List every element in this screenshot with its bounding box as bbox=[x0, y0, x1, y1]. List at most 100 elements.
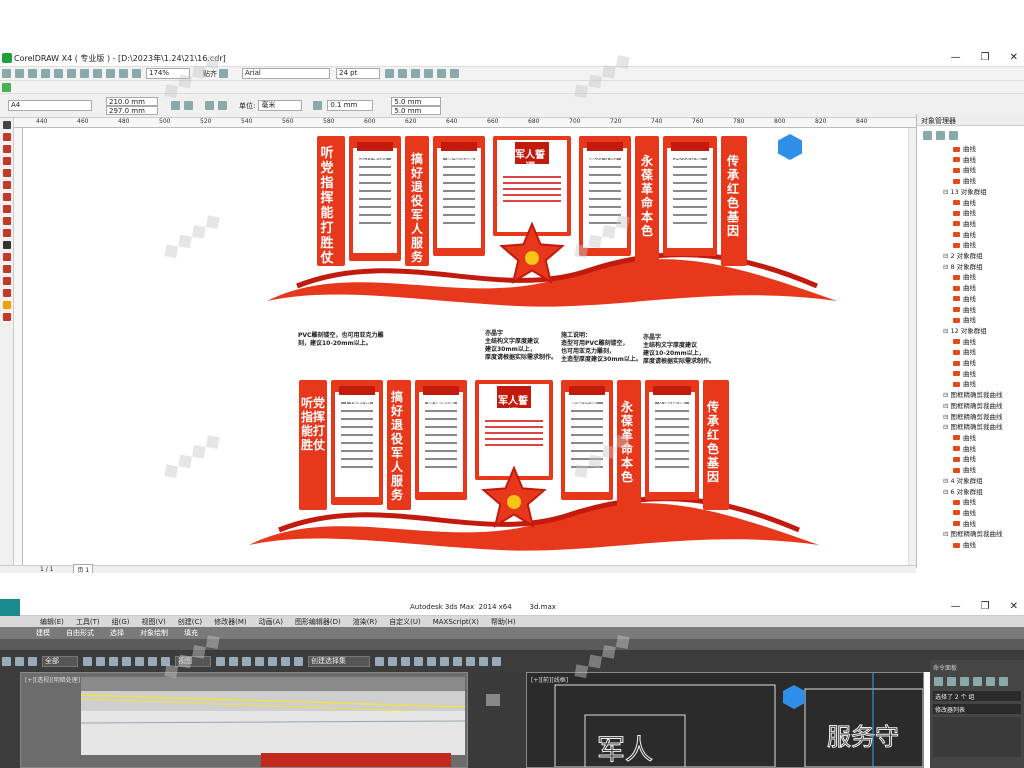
tab-object-paint[interactable]: 对象绘制 bbox=[140, 628, 168, 638]
rectangle-tool-icon[interactable] bbox=[2, 193, 11, 201]
select-by-name-icon[interactable] bbox=[96, 656, 105, 666]
show-properties-icon[interactable] bbox=[923, 130, 932, 140]
curve-row[interactable]: 曲线 bbox=[921, 444, 1024, 455]
curve-row[interactable]: 曲线 bbox=[921, 369, 1024, 380]
cut-icon[interactable] bbox=[54, 69, 63, 78]
modifier-list-combo[interactable]: 修改器列表 bbox=[933, 704, 1021, 714]
rect-selection-icon[interactable] bbox=[109, 656, 118, 666]
font-size-combo[interactable]: 24 pt bbox=[336, 68, 380, 79]
menu-graph-editors[interactable]: 图形编辑器(D) bbox=[295, 617, 341, 627]
object-group-row[interactable]: 图框精确剪裁曲线 bbox=[921, 412, 1024, 423]
open-icon[interactable] bbox=[15, 69, 24, 78]
edit-named-selections-icon[interactable] bbox=[294, 656, 303, 666]
display-tab-icon[interactable] bbox=[986, 677, 995, 686]
undo-icon[interactable] bbox=[93, 69, 102, 78]
max-restore-icon[interactable]: ❐ bbox=[981, 601, 990, 612]
shape-tool-icon[interactable] bbox=[2, 133, 11, 141]
print-icon[interactable] bbox=[41, 69, 50, 78]
named-selection-combo[interactable]: 创建选择集 bbox=[308, 655, 370, 667]
curve-row[interactable]: 曲线 bbox=[921, 230, 1024, 241]
restore-icon[interactable]: ❐ bbox=[981, 52, 990, 63]
curve-row[interactable]: 曲线 bbox=[921, 305, 1024, 316]
material-editor-icon[interactable] bbox=[453, 656, 462, 666]
text-format-icon[interactable] bbox=[437, 69, 446, 78]
curve-row[interactable]: 曲线 bbox=[921, 198, 1024, 209]
curve-row[interactable]: 曲线 bbox=[921, 347, 1024, 358]
unlink-icon[interactable] bbox=[15, 656, 24, 666]
save-icon[interactable] bbox=[28, 69, 37, 78]
object-group-row[interactable]: 图框精确剪裁曲线 bbox=[921, 529, 1024, 540]
landscape-icon[interactable] bbox=[184, 101, 193, 110]
mirror-icon[interactable] bbox=[375, 656, 384, 666]
motion-tab-icon[interactable] bbox=[973, 677, 982, 686]
new-icon[interactable] bbox=[2, 69, 11, 78]
vertical-scrollbar[interactable] bbox=[908, 128, 916, 568]
modify-tab-icon[interactable] bbox=[947, 677, 956, 686]
move-icon[interactable] bbox=[135, 656, 144, 666]
perspective-viewport[interactable]: [+][透视][明暗处理] bbox=[20, 672, 468, 768]
curve-editor-icon[interactable] bbox=[427, 656, 436, 666]
front-viewport[interactable]: [+][前][线框] 军人 服务守 bbox=[526, 672, 924, 768]
viewcube-icon[interactable] bbox=[486, 694, 500, 706]
underline-icon[interactable] bbox=[411, 69, 420, 78]
render-setup-icon[interactable] bbox=[466, 656, 475, 666]
rotate-icon[interactable] bbox=[148, 656, 157, 666]
basic-shapes-icon[interactable] bbox=[2, 229, 11, 237]
export-icon[interactable] bbox=[132, 69, 141, 78]
tab-selection[interactable]: 选择 bbox=[110, 628, 124, 638]
3dsmax-logo-icon[interactable] bbox=[0, 599, 20, 616]
align-icon[interactable] bbox=[424, 69, 433, 78]
layer-manager-icon[interactable] bbox=[949, 130, 958, 140]
object-group-row[interactable]: 6 对象群组 bbox=[921, 487, 1024, 498]
pivot-icon[interactable] bbox=[216, 656, 225, 666]
curve-row[interactable]: 曲线 bbox=[921, 433, 1024, 444]
object-group-row[interactable]: 图框精确剪裁曲线 bbox=[921, 401, 1024, 412]
menu-maxscript[interactable]: MAXScript(X) bbox=[433, 618, 479, 626]
text-tool-icon[interactable] bbox=[2, 241, 11, 249]
page-size-combo[interactable]: A4 bbox=[8, 100, 92, 111]
curve-row[interactable]: 曲线 bbox=[921, 540, 1024, 551]
object-group-row[interactable]: 8 对象群组 bbox=[921, 262, 1024, 273]
curve-row[interactable]: 曲线 bbox=[921, 208, 1024, 219]
align-icon-max[interactable] bbox=[388, 656, 397, 666]
import-icon[interactable] bbox=[119, 69, 128, 78]
curve-row[interactable]: 曲线 bbox=[921, 294, 1024, 305]
curve-row[interactable]: 曲线 bbox=[921, 165, 1024, 176]
zoom-tool-icon[interactable] bbox=[2, 157, 11, 165]
object-group-row[interactable]: 12 对象群组 bbox=[921, 326, 1024, 337]
curve-row[interactable]: 曲线 bbox=[921, 519, 1024, 530]
curve-row[interactable]: 曲线 bbox=[921, 155, 1024, 166]
bold-icon[interactable] bbox=[385, 69, 394, 78]
page-height-field[interactable]: 297.0 mm bbox=[106, 105, 158, 115]
select-manipulate-icon[interactable] bbox=[229, 656, 238, 666]
curve-row[interactable]: 曲线 bbox=[921, 508, 1024, 519]
curve-row[interactable]: 曲线 bbox=[921, 379, 1024, 390]
object-group-row[interactable]: 13 对象群组 bbox=[921, 187, 1024, 198]
all-pages-icon[interactable] bbox=[205, 101, 214, 110]
redo-icon[interactable] bbox=[106, 69, 115, 78]
percent-snap-icon[interactable] bbox=[268, 656, 277, 666]
menu-group[interactable]: 组(G) bbox=[112, 617, 130, 627]
page-width-field[interactable]: 210.0 mm bbox=[106, 96, 158, 106]
utilities-tab-icon[interactable] bbox=[999, 677, 1008, 686]
object-group-row[interactable]: 4 对象群组 bbox=[921, 476, 1024, 487]
schematic-icon[interactable] bbox=[440, 656, 449, 666]
duplicate-x-field[interactable]: 5.0 mm bbox=[391, 96, 442, 106]
menu-edit[interactable]: 编辑(E) bbox=[40, 617, 64, 627]
curve-row[interactable]: 曲线 bbox=[921, 219, 1024, 230]
font-combo[interactable]: Arial bbox=[242, 68, 330, 79]
table-tool-icon[interactable] bbox=[2, 253, 11, 261]
curve-row[interactable]: 曲线 bbox=[921, 240, 1024, 251]
curve-row[interactable]: 曲线 bbox=[921, 283, 1024, 294]
curve-row[interactable]: 曲线 bbox=[921, 454, 1024, 465]
menu-rendering[interactable]: 渲染(R) bbox=[353, 617, 377, 627]
selected-objects-field[interactable]: 选择了 2 个 组 bbox=[933, 691, 1021, 701]
object-group-row[interactable]: 图框精确剪裁曲线 bbox=[921, 422, 1024, 433]
curve-row[interactable]: 曲线 bbox=[921, 358, 1024, 369]
minimize-icon[interactable]: — bbox=[951, 52, 961, 63]
create-tab-icon[interactable] bbox=[934, 677, 943, 686]
object-group-row[interactable]: 图框精确剪裁曲线 bbox=[921, 390, 1024, 401]
paste-icon[interactable] bbox=[80, 69, 89, 78]
menu-create[interactable]: 创建(C) bbox=[178, 617, 202, 627]
edit-across-layers-icon[interactable] bbox=[936, 130, 945, 140]
